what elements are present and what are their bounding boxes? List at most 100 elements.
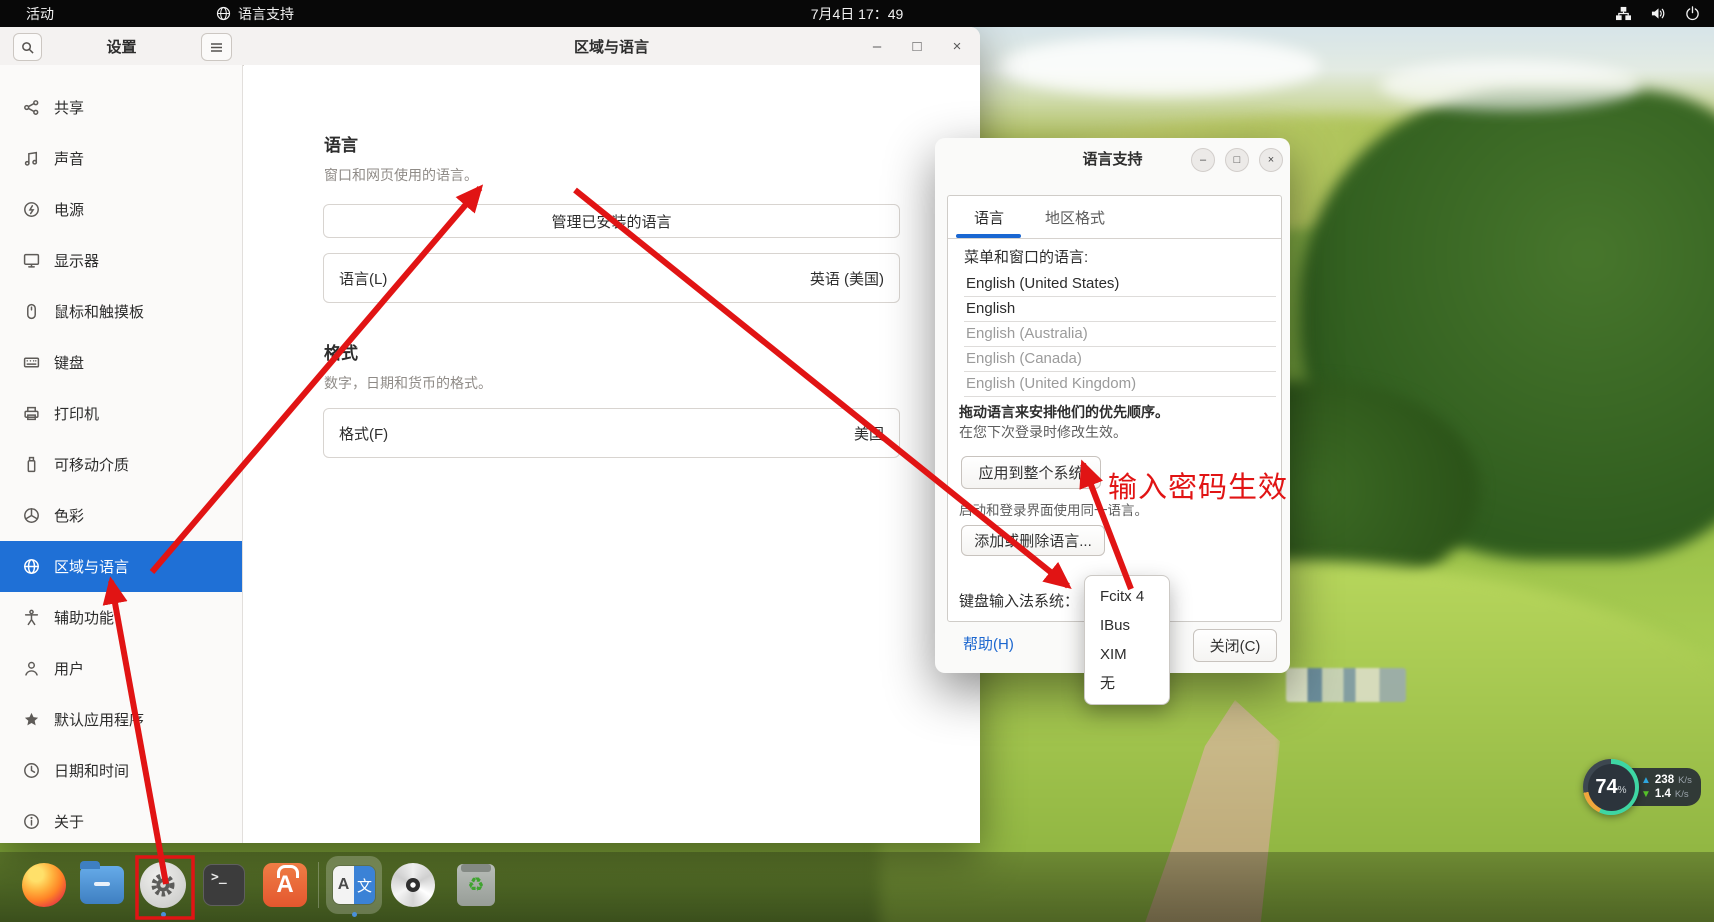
- sidebar-item-label: 关于: [54, 811, 84, 832]
- dialog-tabs: 语言 地区格式: [948, 196, 1281, 239]
- focused-app-title: 语言支持: [238, 4, 294, 24]
- language-list-item[interactable]: English (United Kingdom): [964, 372, 1276, 397]
- dialog-minimize-button[interactable]: –: [1191, 148, 1215, 172]
- ime-option-无[interactable]: 无: [1085, 669, 1169, 698]
- sidebar-item-label: 区域与语言: [54, 556, 129, 577]
- sidebar-item-label: 声音: [54, 148, 84, 169]
- close-button[interactable]: ×: [942, 27, 972, 65]
- dock-firefox[interactable]: [20, 861, 68, 909]
- language-list-item[interactable]: English (Canada): [964, 347, 1276, 372]
- download-value: 1.4: [1655, 788, 1671, 800]
- files-icon: [80, 866, 124, 904]
- format-row-value: 美国: [854, 423, 884, 444]
- ime-option-xim[interactable]: XIM: [1085, 640, 1169, 669]
- network-icon[interactable]: [1615, 6, 1632, 21]
- media-disc-icon: [391, 863, 435, 907]
- manage-installed-languages-button[interactable]: 管理已安装的语言: [323, 204, 900, 238]
- apply-system-wide-button[interactable]: 应用到整个系统: [961, 456, 1101, 489]
- sidebar-item-displays[interactable]: 显示器: [0, 235, 242, 286]
- sidebar-item-accessibility[interactable]: 辅助功能: [0, 592, 242, 643]
- format-row-label: 格式(F): [339, 423, 388, 444]
- close-dialog-button[interactable]: 关闭(C): [1193, 629, 1277, 662]
- removable-icon: [22, 456, 40, 474]
- dock-separator: [318, 862, 319, 908]
- maximize-button[interactable]: □: [902, 27, 932, 65]
- upload-arrow-icon: ▲: [1641, 775, 1651, 786]
- usage-gauge: 74 %: [1583, 759, 1639, 815]
- language-list-item[interactable]: English: [964, 297, 1276, 322]
- dock-ime[interactable]: A文: [330, 861, 378, 909]
- language-row-value: 英语 (美国): [810, 268, 884, 289]
- dock-settings[interactable]: [139, 861, 187, 909]
- format-row[interactable]: 格式(F) 美国: [323, 408, 900, 458]
- dock-software[interactable]: A: [261, 861, 309, 909]
- software-store-icon: A: [263, 863, 307, 907]
- dock-trash[interactable]: ♻: [452, 861, 500, 909]
- trash-recycle-icon: ♻: [457, 864, 495, 906]
- tab-language[interactable]: 语言: [974, 196, 1004, 238]
- sound-icon: [22, 150, 40, 168]
- dock-files[interactable]: [78, 861, 126, 909]
- upload-value: 238: [1655, 774, 1674, 786]
- activities-button[interactable]: 活动: [18, 0, 62, 27]
- language-row[interactable]: 语言(L) 英语 (美国): [323, 253, 900, 303]
- volume-icon[interactable]: [1650, 6, 1667, 21]
- sidebar-item-color[interactable]: 色彩: [0, 490, 242, 541]
- sidebar-item-sharing[interactable]: 共享: [0, 82, 242, 133]
- help-button[interactable]: 帮助(H): [963, 633, 1014, 654]
- sidebar-item-label: 辅助功能: [54, 607, 114, 628]
- sidebar-item-sound[interactable]: 声音: [0, 133, 242, 184]
- ime-option-fcitx-4[interactable]: Fcitx 4: [1085, 582, 1169, 611]
- settings-main-pane: 语言 窗口和网页使用的语言。 管理已安装的语言 语言(L) 英语 (美国) 格式…: [244, 65, 980, 843]
- sidebar-item-keyboard[interactable]: 键盘: [0, 337, 242, 388]
- drag-hint: 拖动语言来安排他们的优先顺序。: [959, 402, 1169, 422]
- wallpaper-cloud: [1000, 36, 1320, 96]
- minimize-button[interactable]: –: [862, 27, 892, 65]
- menus-language-label: 菜单和窗口的语言:: [964, 246, 1088, 267]
- sidebar-item-label: 默认应用程序: [54, 709, 144, 730]
- sidebar-item-printers[interactable]: 打印机: [0, 388, 242, 439]
- active-tab-underline: [956, 234, 1021, 238]
- sidebar-item-removable-media[interactable]: 可移动介质: [0, 439, 242, 490]
- usage-percent-symbol: %: [1618, 785, 1627, 796]
- mouse-icon: [22, 303, 40, 321]
- sidebar-item-about[interactable]: 关于: [0, 796, 242, 847]
- language-list: English (United States)EnglishEnglish (A…: [964, 272, 1276, 397]
- dock-media[interactable]: [389, 861, 437, 909]
- hamburger-icon: [210, 42, 223, 53]
- dialog-close-button[interactable]: ×: [1259, 148, 1283, 172]
- download-unit: K/s: [1675, 789, 1689, 800]
- power-icon[interactable]: [1685, 6, 1700, 21]
- language-section-title: 语言: [324, 131, 358, 156]
- ime-dropdown: Fcitx 4IBusXIM无: [1084, 575, 1170, 705]
- language-list-item[interactable]: English (United States): [964, 272, 1276, 297]
- dialog-maximize-button[interactable]: □: [1225, 148, 1249, 172]
- settings-window: 设置 区域与语言 – □ × 共享声音电源显示器鼠标和触摸板键盘打印机可移动介质…: [0, 27, 980, 843]
- sidebar-item-date-time[interactable]: 日期和时间: [0, 745, 242, 796]
- sidebar-item-label: 色彩: [54, 505, 84, 526]
- ime-option-ibus[interactable]: IBus: [1085, 611, 1169, 640]
- sidebar-item-power[interactable]: 电源: [0, 184, 242, 235]
- language-row-label: 语言(L): [339, 268, 387, 289]
- add-remove-languages-button[interactable]: 添加或删除语言...: [961, 525, 1105, 556]
- sidebar-item-label: 显示器: [54, 250, 99, 271]
- focused-app-menu[interactable]: 语言支持: [216, 0, 294, 27]
- running-indicator: [352, 912, 357, 917]
- sidebar-item-default-apps[interactable]: 默认应用程序: [0, 694, 242, 745]
- sidebar-item-users[interactable]: 用户: [0, 643, 242, 694]
- sidebar-item-region-language[interactable]: 区域与语言: [0, 541, 242, 592]
- globe-icon: [22, 558, 40, 576]
- tab-regional-formats[interactable]: 地区格式: [1045, 196, 1105, 238]
- keyboard-icon: [22, 354, 40, 372]
- dock-terminal[interactable]: >_: [200, 861, 248, 909]
- sidebar-item-label: 共享: [54, 97, 84, 118]
- language-list-item[interactable]: English (Australia): [964, 322, 1276, 347]
- login-hint: 在您下次登录时修改生效。: [959, 422, 1127, 442]
- display-icon: [22, 252, 40, 270]
- menu-button[interactable]: [201, 33, 232, 61]
- globe-icon: [216, 6, 231, 21]
- sidebar-item-mouse[interactable]: 鼠标和触摸板: [0, 286, 242, 337]
- usage-percent: 74: [1595, 764, 1617, 811]
- share-icon: [22, 99, 40, 117]
- terminal-icon: >_: [203, 864, 245, 906]
